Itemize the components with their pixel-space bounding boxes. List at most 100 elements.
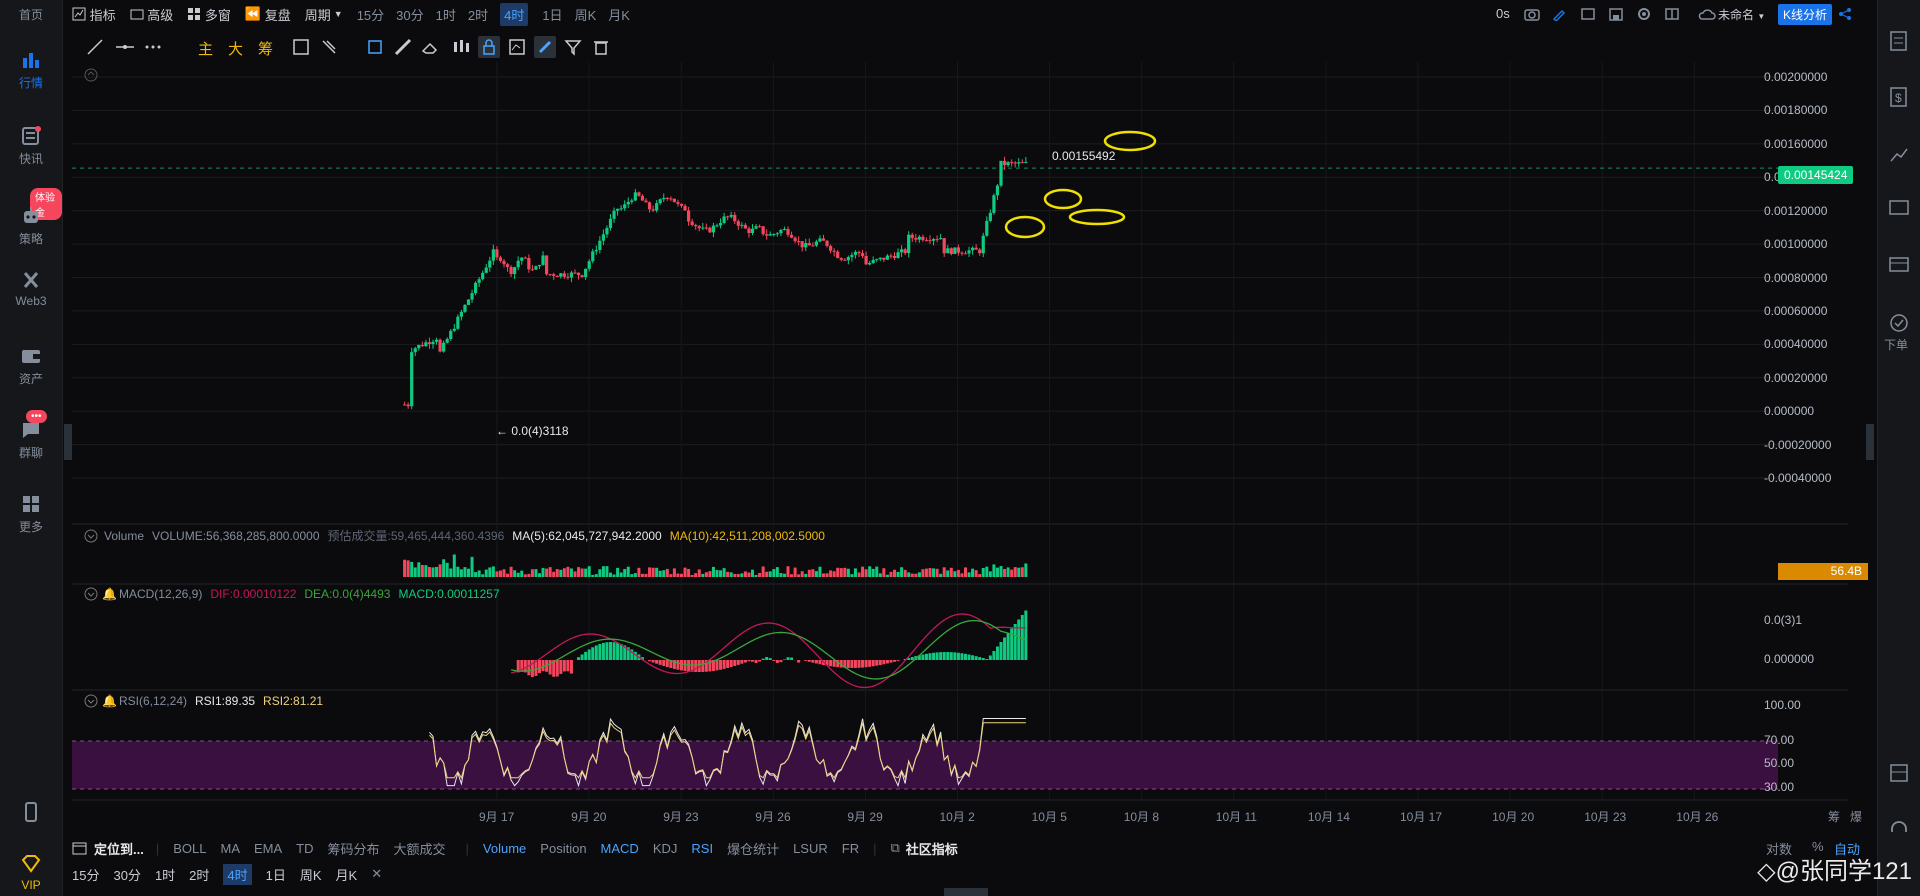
orderbook-icon[interactable] xyxy=(1888,30,1910,52)
sub-indicator-volume[interactable]: Volume xyxy=(483,841,526,856)
period-1h[interactable]: 1时 xyxy=(436,5,456,24)
layout-icon[interactable] xyxy=(1664,7,1680,21)
sidebar-item-news[interactable]: 快讯 xyxy=(0,126,62,167)
headset-icon[interactable] xyxy=(1888,818,1910,840)
sub-indicator-kdj[interactable]: KDJ xyxy=(653,841,678,856)
indicator-boll[interactable]: BOLL xyxy=(173,841,206,856)
candles-icon[interactable] xyxy=(450,36,472,58)
gear-icon[interactable] xyxy=(1636,6,1652,22)
period-1w[interactable]: 周K xyxy=(575,5,597,24)
lock-icon[interactable] xyxy=(478,36,500,58)
more-icon[interactable] xyxy=(142,36,164,58)
candle-body xyxy=(736,221,740,226)
bottom-panel-handle[interactable] xyxy=(944,888,988,896)
burst-short-toggle[interactable]: 爆 xyxy=(1850,808,1862,825)
sidebar-item-home[interactable]: 首页 xyxy=(0,6,62,23)
layout-grid-icon[interactable] xyxy=(1888,762,1910,784)
save-icon[interactable] xyxy=(1608,7,1624,21)
bell-icon[interactable]: 🔔 xyxy=(102,694,117,708)
horizontal-line-icon[interactable] xyxy=(114,36,136,58)
sub-indicator-fr[interactable]: FR xyxy=(842,841,859,856)
calendar-icon[interactable] xyxy=(72,841,88,855)
magnet-icon[interactable] xyxy=(318,36,340,58)
indicator-td[interactable]: TD xyxy=(296,841,313,856)
advanced-button[interactable]: 高级 xyxy=(130,5,173,24)
period-1m[interactable]: 月K xyxy=(608,5,630,24)
quick-period-1d[interactable]: 1日 xyxy=(266,865,286,884)
camera-icon[interactable] xyxy=(1524,7,1540,21)
sidebar-item-web3[interactable]: Web3 xyxy=(0,270,62,308)
period-15m[interactable]: 15分 xyxy=(357,5,384,24)
price-axis-label: 0.00040000 xyxy=(1764,337,1828,352)
volume-bar xyxy=(768,571,772,577)
right-panel-handle[interactable] xyxy=(1866,424,1874,460)
pen-icon[interactable] xyxy=(1552,7,1568,21)
replay-button[interactable]: ⏪ 复盘 xyxy=(245,5,291,24)
monitor-icon[interactable] xyxy=(1888,198,1910,220)
sidebar-item-chat[interactable]: 群聊 xyxy=(0,420,62,461)
quick-period-1h[interactable]: 1时 xyxy=(155,865,175,884)
multi-window-button[interactable]: 多窗 xyxy=(187,5,231,24)
indicator-large-trades[interactable]: 大额成交 xyxy=(394,839,446,858)
indicator-button[interactable]: 指标 xyxy=(72,5,116,24)
period-30m[interactable]: 30分 xyxy=(396,5,423,24)
sub-indicator-macd[interactable]: MACD xyxy=(601,841,639,856)
indicator-ma[interactable]: MA xyxy=(220,841,240,856)
left-panel-handle[interactable] xyxy=(64,424,72,460)
main-chart-button[interactable]: 主 xyxy=(198,38,213,59)
quick-period-1w[interactable]: 周K xyxy=(300,865,322,884)
collapse-icon[interactable] xyxy=(84,68,98,82)
whale-button[interactable]: 大 xyxy=(228,38,243,59)
indicator-ema[interactable]: EMA xyxy=(254,841,282,856)
chevron-down-icon[interactable] xyxy=(84,694,98,708)
quick-period-30m[interactable]: 30分 xyxy=(113,865,140,884)
sidebar-item-assets[interactable]: 资产 xyxy=(0,346,62,387)
chevron-down-icon[interactable] xyxy=(84,587,98,601)
community-indicators-button[interactable]: 社区指标 xyxy=(906,839,958,858)
sidebar-item-phone[interactable] xyxy=(0,802,62,826)
dollar-icon[interactable]: $ xyxy=(1888,86,1910,108)
sidebar-item-more[interactable]: 更多 xyxy=(0,494,62,535)
period-1d[interactable]: 1日 xyxy=(542,5,562,24)
sidebar-item-market[interactable]: 行情 xyxy=(0,50,62,91)
sidebar-item-vip[interactable]: VIP xyxy=(0,854,62,892)
candlestick-chart[interactable] xyxy=(62,62,1862,807)
volume-bar xyxy=(427,567,431,577)
sub-indicator-liquidation[interactable]: 爆仓统计 xyxy=(727,839,779,858)
sub-indicator-rsi[interactable]: RSI xyxy=(691,841,713,856)
trend-icon[interactable] xyxy=(1888,144,1910,166)
chips-short-toggle[interactable]: 筹 xyxy=(1828,808,1840,825)
share-icon[interactable] xyxy=(1838,7,1852,21)
card-icon[interactable] xyxy=(1888,254,1910,276)
period-4h[interactable]: 4时 xyxy=(500,2,529,26)
window-icon[interactable] xyxy=(1580,7,1596,21)
period-2h[interactable]: 2时 xyxy=(468,5,488,24)
magnet-snap-icon[interactable] xyxy=(534,36,556,58)
chevron-down-icon[interactable] xyxy=(84,529,98,543)
quick-period-15m[interactable]: 15分 xyxy=(72,865,99,884)
quick-period-1m[interactable]: 月K xyxy=(336,865,358,884)
template-icon[interactable] xyxy=(506,36,528,58)
trash-icon[interactable] xyxy=(590,36,612,58)
period-dropdown[interactable]: 周期 ▼ xyxy=(305,5,343,24)
sub-indicator-position[interactable]: Position xyxy=(540,841,586,856)
indicator-chip-distribution[interactable]: 筹码分布 xyxy=(328,839,380,858)
sub-indicator-lsur[interactable]: LSUR xyxy=(793,841,828,856)
place-order-label[interactable]: 下单 xyxy=(1884,336,1908,353)
chips-button[interactable]: 筹 xyxy=(258,38,273,59)
order-icon[interactable] xyxy=(1888,312,1910,334)
sync-icon[interactable] xyxy=(290,36,312,58)
filter-icon[interactable] xyxy=(562,36,584,58)
quick-period-2h[interactable]: 2时 xyxy=(189,865,209,884)
quick-period-4h[interactable]: 4时 xyxy=(223,863,252,885)
layout-name-dropdown[interactable]: 未命名 ▼ xyxy=(1718,6,1765,23)
select-icon[interactable] xyxy=(364,36,386,58)
ruler-icon[interactable] xyxy=(392,36,414,58)
kline-analysis-button[interactable]: K线分析 xyxy=(1778,4,1833,25)
eraser-icon[interactable] xyxy=(420,36,442,58)
bell-icon[interactable]: 🔔 xyxy=(102,587,117,601)
sidebar-item-strategy[interactable]: 策略 xyxy=(0,206,62,247)
close-icon[interactable]: ✕ xyxy=(371,866,382,882)
trend-line-icon[interactable] xyxy=(84,36,106,58)
locate-button[interactable]: 定位到... xyxy=(94,839,144,858)
